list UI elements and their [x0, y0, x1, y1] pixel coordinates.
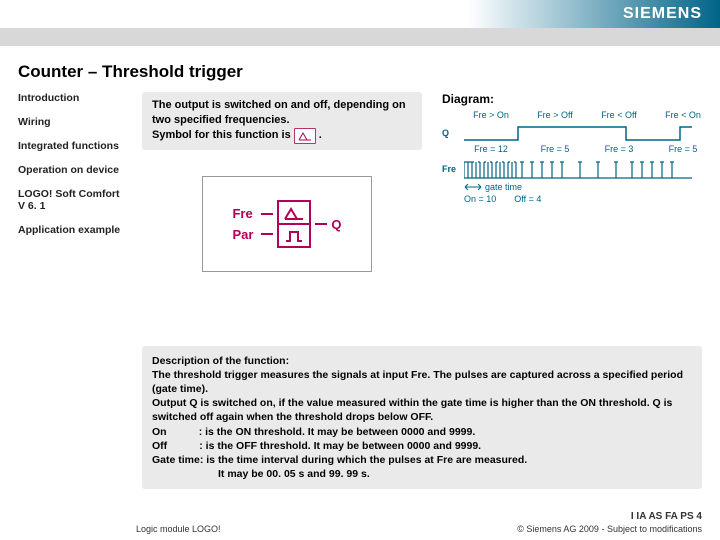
sidebar-item-intro[interactable]: Introduction: [18, 92, 128, 104]
desc-on: On : is the ON threshold. It may be betw…: [152, 425, 692, 439]
diagram-title: Diagram:: [442, 92, 712, 106]
hdr-fre-gt-off: Fre > Off: [528, 110, 582, 120]
sidebar-item-operation[interactable]: Operation on device: [18, 164, 128, 176]
hdr-fre-lt-on: Fre < On: [656, 110, 710, 120]
description-box: Description of the function: The thresho…: [142, 346, 702, 490]
siemens-logo: SIEMENS: [623, 5, 702, 23]
fbd-input-par: Par: [232, 227, 253, 242]
triangle-wave-icon: [279, 202, 309, 223]
hdr-fre-lt-off: Fre < Off: [592, 110, 646, 120]
intro-line1: The output is switched on and off, depen…: [152, 98, 412, 128]
double-arrow-icon: [464, 183, 482, 191]
sidebar: Introduction Wiring Integrated functions…: [18, 92, 128, 489]
qv-12: Fre = 12: [464, 144, 518, 154]
footer: Logic module LOGO! I IA AS FA PS 4 © Sie…: [0, 511, 720, 534]
footer-page: I IA AS FA PS 4: [517, 511, 702, 522]
desc-off-key: Off: [152, 440, 167, 452]
pin-icon: [261, 213, 273, 215]
pin-icon: [315, 223, 327, 225]
fre-waveform: [464, 158, 692, 180]
main-area: The output is switched on and off, depen…: [142, 92, 702, 489]
header-band: SIEMENS: [0, 0, 720, 28]
desc-on-val: : is the ON threshold. It may be between…: [199, 426, 476, 438]
q-waveform: [464, 124, 692, 142]
page-title: Counter – Threshold trigger: [0, 58, 720, 92]
qv-5b: Fre = 5: [656, 144, 710, 154]
intro-line2-post: .: [319, 128, 322, 143]
desc-off: Off : is the OFF threshold. It may be be…: [152, 439, 692, 453]
gate-time-indicator: gate time: [464, 182, 712, 192]
footer-copyright: © Siemens AG 2009 - Subject to modificat…: [517, 524, 702, 534]
q-label: Q: [442, 128, 464, 138]
desc-heading: Description of the function:: [152, 354, 692, 368]
square-wave-icon: [279, 223, 309, 246]
desc-on-key: On: [152, 426, 167, 438]
sidebar-item-soft[interactable]: LOGO! Soft Comfort V 6. 1: [18, 188, 128, 212]
q-values: Fre = 12 Fre = 5 Fre = 3 Fre = 5: [464, 144, 712, 154]
desc-p1: The threshold trigger measures the signa…: [152, 368, 692, 396]
footer-left: Logic module LOGO!: [136, 524, 221, 534]
off-threshold: Off = 4: [514, 194, 541, 204]
desc-off-val: : is the OFF threshold. It may be betwee…: [199, 440, 481, 452]
diagram-headers: Fre > On Fre > Off Fre < Off Fre < On: [464, 110, 712, 120]
fbd-output-q: Q: [331, 217, 341, 232]
timing-diagram: Diagram: Fre > On Fre > Off Fre < Off Fr…: [442, 92, 712, 282]
desc-gate-v: It may be 00. 05 s and 99. 99 s.: [218, 467, 692, 481]
threshold-symbol-icon: [294, 128, 316, 144]
footer-right: I IA AS FA PS 4 © Siemens AG 2009 - Subj…: [517, 511, 702, 534]
page-body: Introduction Wiring Integrated functions…: [0, 92, 720, 489]
sidebar-item-app[interactable]: Application example: [18, 224, 128, 236]
intro-line2: Symbol for this function is .: [152, 128, 412, 144]
qv-5a: Fre = 5: [528, 144, 582, 154]
function-block-diagram: Fre Par Q: [202, 176, 372, 272]
pin-icon: [261, 233, 273, 235]
fre-label: Fre: [442, 164, 464, 174]
on-off-thresholds: On = 10 Off = 4: [464, 194, 712, 204]
qv-3: Fre = 3: [592, 144, 646, 154]
gate-label: gate time: [485, 182, 522, 192]
fbd-input-fre: Fre: [232, 206, 253, 221]
intro-box: The output is switched on and off, depen…: [142, 92, 422, 150]
sidebar-item-wiring[interactable]: Wiring: [18, 116, 128, 128]
grey-strip: [0, 28, 720, 46]
desc-gate: Gate time: is the time interval during w…: [152, 453, 692, 467]
on-threshold: On = 10: [464, 194, 496, 204]
desc-p2: Output Q is switched on, if the value me…: [152, 396, 692, 424]
hdr-fre-gt-on: Fre > On: [464, 110, 518, 120]
intro-line2-pre: Symbol for this function is: [152, 128, 291, 143]
sidebar-item-integrated[interactable]: Integrated functions: [18, 140, 128, 152]
fbd-block: [277, 200, 311, 248]
